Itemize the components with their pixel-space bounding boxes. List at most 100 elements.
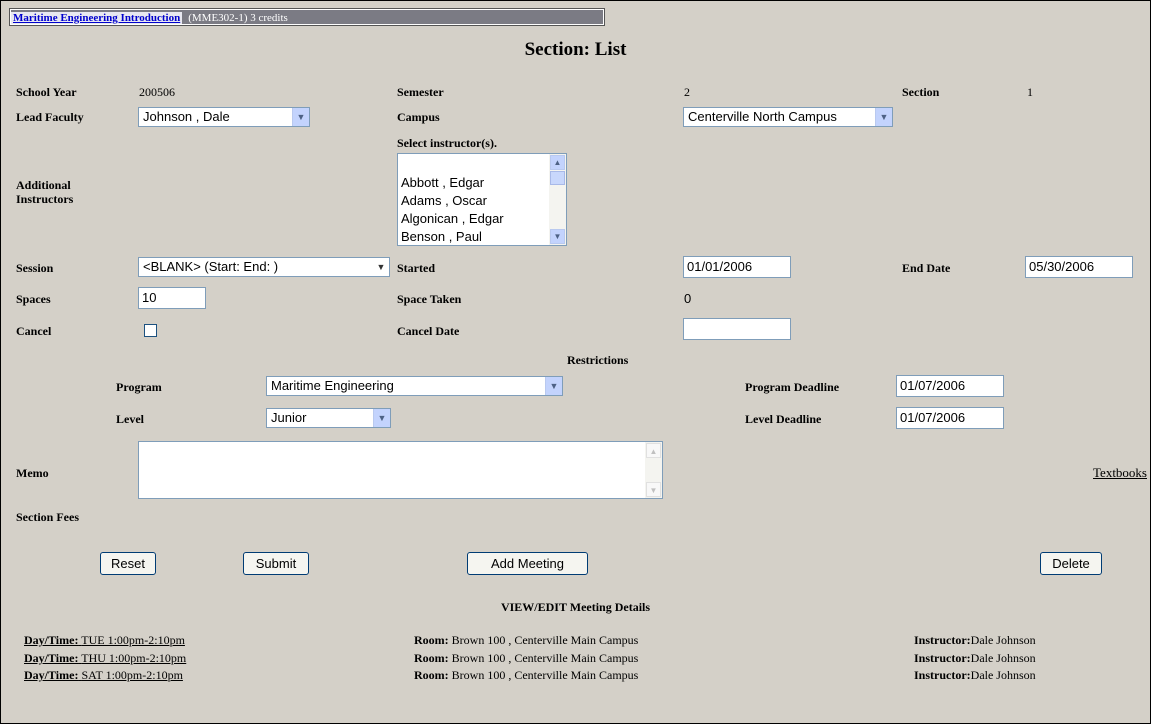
instructors-listbox[interactable]: Abbott , Edgar Adams , Oscar Algonican ,…	[397, 153, 567, 246]
daytime-label: Day/Time:	[24, 651, 79, 665]
section-label: Section	[902, 85, 940, 99]
room-label: Room:	[414, 651, 449, 665]
end-date-input[interactable]: 05/30/2006	[1025, 256, 1133, 278]
space-taken-label: Space Taken	[397, 292, 462, 306]
campus-label: Campus	[397, 110, 440, 124]
meeting-instructor: Instructor:Dale Johnson	[914, 668, 1036, 683]
scroll-up-icon[interactable]: ▲	[646, 443, 661, 458]
space-taken-value: 0	[684, 291, 692, 306]
memo-textarea[interactable]: ▲ ▼	[138, 441, 663, 499]
school-year-label: School Year	[16, 85, 77, 99]
chevron-down-icon: ▼	[373, 258, 389, 276]
school-year-value: 200506	[139, 85, 175, 99]
campus-selected: Centerville North Campus	[688, 109, 837, 124]
cancel-date-input[interactable]	[683, 318, 791, 340]
daytime-label: Day/Time:	[24, 668, 79, 682]
chevron-down-icon: ▼	[373, 409, 390, 427]
instructors-list: Abbott , Edgar Adams , Oscar Algonican ,…	[401, 174, 504, 246]
meeting-daytime-link[interactable]: Day/Time: SAT 1:00pm-2:10pm	[24, 668, 183, 682]
lead-faculty-selected: Johnson , Dale	[143, 109, 230, 124]
memo-label: Memo	[16, 466, 49, 480]
select-instructors-label: Select instructor(s).	[397, 136, 497, 150]
instructor-option[interactable]: Adams , Oscar	[401, 192, 504, 210]
scroll-down-icon[interactable]: ▼	[550, 229, 565, 244]
textbooks-link[interactable]: Textbooks	[1093, 465, 1147, 481]
level-selected: Junior	[271, 410, 307, 425]
lead-faculty-select[interactable]: Johnson , Dale ▼	[138, 107, 310, 127]
daytime-value: SAT 1:00pm-2:10pm	[81, 668, 183, 682]
level-select[interactable]: Junior ▼	[266, 408, 391, 428]
started-label: Started	[397, 261, 435, 275]
restrictions-heading: Restrictions	[567, 353, 629, 367]
section-fees-label: Section Fees	[16, 510, 79, 524]
instructor-value: Dale Johnson	[970, 668, 1036, 682]
scroll-down-icon[interactable]: ▼	[646, 482, 661, 497]
meeting-instructor: Instructor:Dale Johnson	[914, 633, 1036, 648]
session-label: Session	[16, 261, 54, 275]
instructor-label: Instructor:	[914, 651, 971, 665]
spaces-label: Spaces	[16, 292, 51, 306]
session-select[interactable]: <BLANK> (Start: End: ) ▼	[138, 257, 390, 277]
reset-button[interactable]: Reset	[100, 552, 156, 575]
chevron-down-icon: ▼	[875, 108, 892, 126]
level-deadline-label: Level Deadline	[745, 412, 822, 426]
meeting-room: Room: Brown 100 , Centerville Main Campu…	[414, 668, 638, 683]
submit-button[interactable]: Submit	[243, 552, 309, 575]
program-deadline-label: Program Deadline	[745, 380, 840, 394]
memo-scrollbar[interactable]: ▲ ▼	[645, 442, 662, 498]
cancel-checkbox[interactable]	[144, 324, 157, 337]
meeting-daytime-link[interactable]: Day/Time: THU 1:00pm-2:10pm	[24, 651, 186, 665]
page-title: Section: List	[524, 39, 627, 60]
level-label: Level	[116, 412, 144, 426]
program-label: Program	[116, 380, 162, 394]
course-bar: Maritime Engineering Introduction (MME302…	[9, 8, 605, 26]
cancel-label: Cancel	[16, 324, 52, 338]
spaces-input[interactable]: 10	[138, 287, 206, 309]
room-label: Room:	[414, 633, 449, 647]
section-value: 1	[1027, 85, 1033, 99]
meeting-daytime-link[interactable]: Day/Time: TUE 1:00pm-2:10pm	[24, 633, 185, 647]
meetings-heading: VIEW/EDIT Meeting Details	[500, 600, 651, 614]
course-meta: (MME302-1) 3 credits	[188, 12, 288, 24]
instructor-option[interactable]: Benson , Paul	[401, 228, 504, 246]
room-value: Brown 100 , Centerville Main Campus	[451, 651, 639, 665]
room-label: Room:	[414, 668, 449, 682]
scroll-thumb[interactable]	[550, 171, 565, 185]
add-meeting-button[interactable]: Add Meeting	[467, 552, 588, 575]
instructor-value: Dale Johnson	[970, 633, 1036, 647]
room-value: Brown 100 , Centerville Main Campus	[451, 633, 639, 647]
meeting-instructor: Instructor:Dale Johnson	[914, 651, 1036, 666]
course-name-link[interactable]: Maritime Engineering Introduction	[11, 12, 183, 24]
additional-instructors-label-2: Instructors	[16, 192, 74, 206]
chevron-down-icon: ▼	[545, 377, 562, 395]
lead-faculty-label: Lead Faculty	[16, 110, 84, 124]
meeting-room: Room: Brown 100 , Centerville Main Campu…	[414, 633, 638, 648]
semester-label: Semester	[397, 85, 444, 99]
end-date-label: End Date	[902, 261, 951, 275]
session-selected: <BLANK> (Start: End: )	[143, 259, 279, 274]
started-input[interactable]: 01/01/2006	[683, 256, 791, 278]
level-deadline-input[interactable]: 01/07/2006	[896, 407, 1004, 429]
daytime-value: TUE 1:00pm-2:10pm	[81, 633, 185, 647]
delete-button[interactable]: Delete	[1040, 552, 1102, 575]
instructor-option[interactable]: Abbott , Edgar	[401, 174, 504, 192]
instructor-option[interactable]: Algonican , Edgar	[401, 210, 504, 228]
additional-instructors-label-1: Additional	[16, 178, 71, 192]
meeting-row[interactable]: Day/Time: SAT 1:00pm-2:10pm	[24, 668, 183, 683]
meeting-room: Room: Brown 100 , Centerville Main Campu…	[414, 651, 638, 666]
program-deadline-input[interactable]: 01/07/2006	[896, 375, 1004, 397]
meeting-row[interactable]: Day/Time: THU 1:00pm-2:10pm	[24, 651, 186, 666]
daytime-value: THU 1:00pm-2:10pm	[81, 651, 187, 665]
instructor-label: Instructor:	[914, 633, 971, 647]
cancel-date-label: Cancel Date	[397, 324, 460, 338]
meeting-row[interactable]: Day/Time: TUE 1:00pm-2:10pm	[24, 633, 185, 648]
chevron-down-icon: ▼	[292, 108, 309, 126]
listbox-scrollbar[interactable]: ▲ ▼	[549, 154, 566, 245]
room-value: Brown 100 , Centerville Main Campus	[451, 668, 639, 682]
semester-value: 2	[684, 85, 690, 99]
campus-select[interactable]: Centerville North Campus ▼	[683, 107, 893, 127]
scroll-up-icon[interactable]: ▲	[550, 155, 565, 170]
daytime-label: Day/Time:	[24, 633, 79, 647]
program-selected: Maritime Engineering	[271, 378, 394, 393]
program-select[interactable]: Maritime Engineering ▼	[266, 376, 563, 396]
